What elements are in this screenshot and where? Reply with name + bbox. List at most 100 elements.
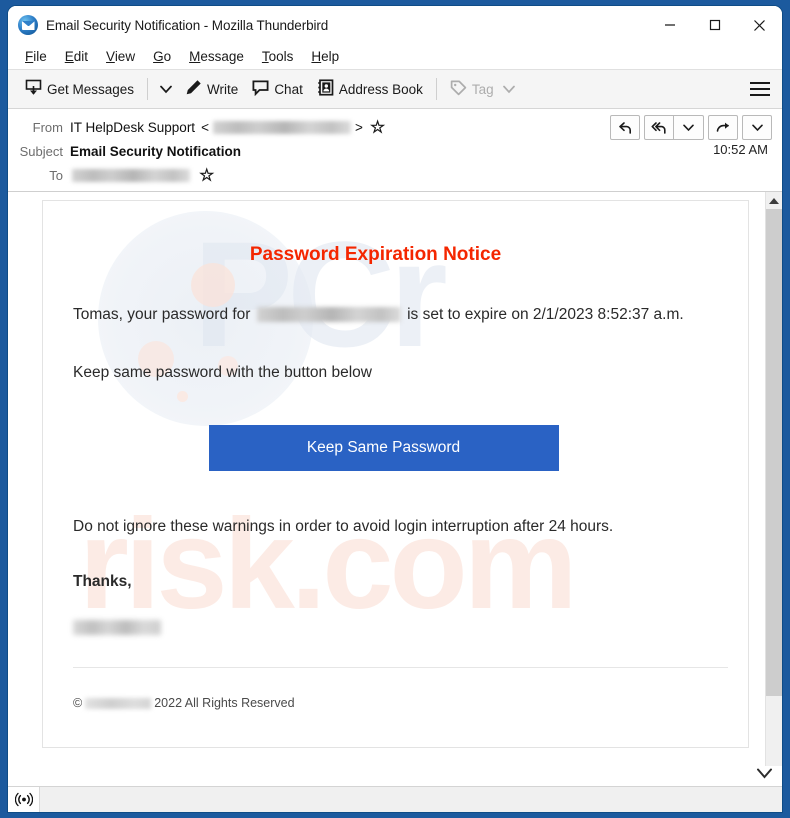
scrollbar-thumb[interactable] [765,209,782,696]
message-content-area: PCr risk.com Password Expiration Notice … [8,192,782,766]
from-display-name: IT HelpDesk Support [70,119,196,135]
menu-tools[interactable]: Tools [253,47,303,66]
message-timestamp: 10:52 AM [713,142,768,157]
write-label: Write [207,81,239,97]
menu-message-accesskey: M [189,49,201,64]
from-bracket-open: < [201,119,209,135]
title-bar: Email Security Notification - Mozilla Th… [8,6,782,44]
get-messages-button[interactable]: Get Messages [18,75,141,103]
email-warning-paragraph: Do not ignore these warnings in order to… [73,517,614,535]
from-star-icon[interactable]: ★ [370,119,385,135]
scroll-down-arrow-icon[interactable] [756,767,773,785]
email-content: Password Expiration Notice Tomas, your p… [43,201,748,710]
message-vertical-scrollbar[interactable] [765,192,782,766]
copyright-symbol: © [73,696,83,710]
subject-value: Email Security Notification [70,143,242,159]
email-thanks: Thanks, [73,572,132,590]
hamburger-line-3 [750,94,770,96]
menu-view[interactable]: View [97,47,144,66]
menu-view-rest: iew [114,49,136,64]
to-star-icon[interactable]: ★ [199,167,214,183]
scroll-up-arrow-icon[interactable] [766,192,783,209]
reply-all-dropdown[interactable] [674,115,704,140]
message-action-buttons [610,115,772,140]
email-intro-paragraph: Tomas, your password for is set to expir… [73,303,718,326]
tag-chevron-down-icon[interactable] [502,82,515,97]
menu-go-rest: o [163,49,172,64]
from-value[interactable]: IT HelpDesk Support < > ★ [70,119,385,135]
toolbar-separator-2 [435,78,437,100]
reply-group [610,115,640,140]
get-messages-icon [25,79,42,99]
window-controls [647,6,782,44]
tag-button[interactable]: Tag [443,76,522,103]
cta-row: Keep Same Password [73,424,718,471]
chat-button[interactable]: Chat [245,76,310,103]
intro-text-before: Tomas, your password for [73,306,251,323]
tag-label: Tag [471,81,494,97]
get-messages-dropdown[interactable] [154,81,178,98]
write-button[interactable]: Write [178,75,245,103]
email-keep-line: Keep same password with the button below [73,364,372,382]
copyright-year-text: 2022 All Rights Reserved [154,696,295,710]
menu-help[interactable]: Help [302,47,348,66]
to-row: To ★ [8,163,782,187]
app-menu-button[interactable] [750,82,770,96]
menu-bar: File Edit View Go Message Tools Help [8,44,782,70]
pencil-icon [185,79,202,99]
more-actions-group [742,115,772,140]
toolbar-separator-1 [147,78,149,100]
from-bracket-close: > [354,119,363,135]
scrollbar-track[interactable] [765,209,782,766]
menu-go-accesskey: G [153,49,164,64]
menu-file-rest: ile [33,49,47,64]
hamburger-line-2 [750,88,770,90]
address-book-button[interactable]: Address Book [310,75,430,103]
copyright-company-redacted [85,697,152,709]
to-address-redacted [72,168,190,182]
get-messages-label: Get Messages [47,81,135,97]
from-label: From [32,119,63,135]
forward-button[interactable] [708,115,738,140]
window-title: Email Security Notification - Mozilla Th… [46,17,329,33]
email-body-card: PCr risk.com Password Expiration Notice … [42,200,749,748]
desktop-background: Email Security Notification - Mozilla Th… [0,0,790,818]
close-button[interactable] [737,6,782,44]
tag-icon [450,80,467,99]
intro-domain-redacted [256,307,401,323]
thunderbird-window: Email Security Notification - Mozilla Th… [8,6,782,812]
menu-message[interactable]: Message [180,47,253,66]
email-copyright: © 2022 All Rights Reserved [73,696,718,710]
reply-button[interactable] [610,115,640,140]
maximize-button[interactable] [692,6,737,44]
menu-file-accesskey: F [25,49,34,64]
menu-edit-accesskey: E [64,49,74,64]
menu-message-rest: essage [200,49,244,64]
menu-edit-rest: dit [73,49,89,64]
menu-help-rest: elp [321,49,340,64]
more-actions-dropdown[interactable] [742,115,772,140]
menu-tools-accesskey: T [261,49,269,64]
status-bar [8,786,782,812]
intro-text-after: is set to expire on 2/1/2023 8:52:37 a.m… [407,306,684,323]
reply-all-button[interactable] [644,115,674,140]
email-heading: Password Expiration Notice [249,244,502,265]
subject-row: Subject Email Security Notification [8,139,782,163]
to-label: To [49,167,63,183]
forward-group [708,115,738,140]
online-indicator-icon[interactable] [8,787,40,812]
menu-help-accesskey: H [311,49,322,64]
message-header: From IT HelpDesk Support < > ★ Subject E… [8,109,782,192]
address-book-label: Address Book [338,81,423,97]
reply-all-group [644,115,704,140]
to-value[interactable]: ★ [70,167,214,183]
minimize-button[interactable] [647,6,692,44]
menu-go[interactable]: Go [144,47,180,66]
email-signature-redacted [73,620,161,635]
message-bottom-bar [8,766,782,786]
keep-same-password-button[interactable]: Keep Same Password [208,424,559,471]
menu-file[interactable]: File [16,47,56,66]
menu-edit[interactable]: Edit [56,47,97,66]
address-book-icon [317,79,334,99]
subject-label: Subject [19,143,63,159]
